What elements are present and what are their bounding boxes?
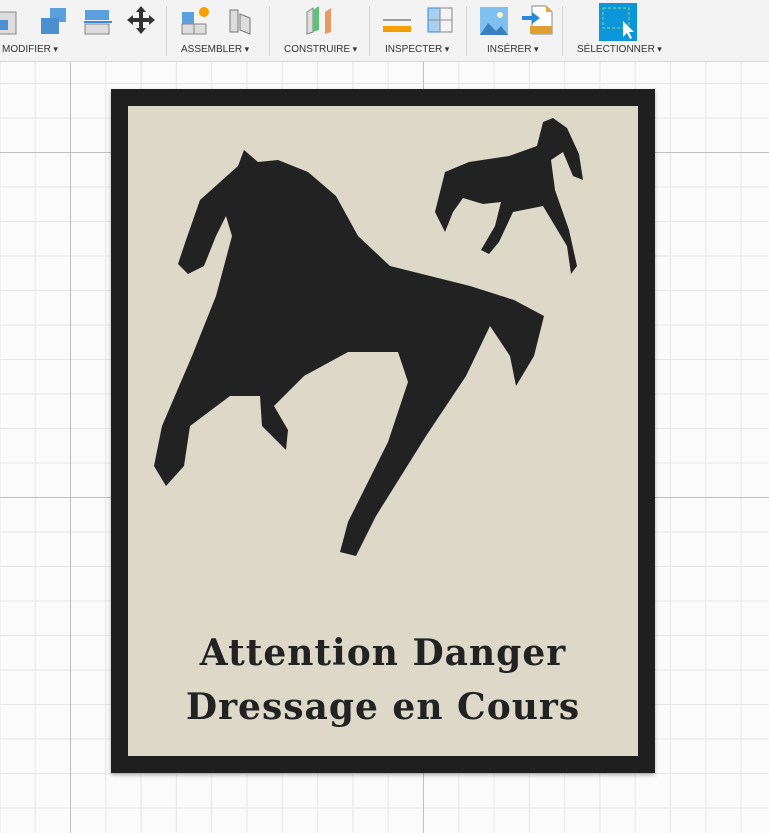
plaque-panel: Attention Danger Dressage en Cours: [128, 106, 638, 756]
divider: [562, 6, 563, 56]
inserer-menu[interactable]: INSÉRER: [487, 44, 538, 55]
divider: [166, 6, 167, 56]
plaque-line-2: Dressage en Cours: [185, 686, 581, 728]
section-analysis-icon[interactable]: [424, 4, 456, 36]
assembler-menu[interactable]: ASSEMBLER: [181, 44, 249, 55]
insert-svg-icon[interactable]: [522, 4, 554, 36]
window-select-icon[interactable]: [599, 3, 637, 41]
new-component-icon[interactable]: [180, 4, 212, 36]
plaque-frame[interactable]: Attention Danger Dressage en Cours: [111, 89, 655, 773]
offset-plane-icon[interactable]: [303, 4, 335, 36]
large-horse-icon: [154, 150, 544, 556]
small-horse-icon: [435, 118, 583, 274]
move-icon[interactable]: [125, 4, 157, 36]
modifier-menu[interactable]: MODIFIER: [2, 44, 58, 55]
plaque-line-1: Attention Danger: [199, 632, 567, 674]
press-pull-icon[interactable]: [0, 4, 24, 36]
construire-menu[interactable]: CONSTRUIRE: [284, 44, 357, 55]
divider: [269, 6, 270, 56]
selectionner-menu[interactable]: SÉLECTIONNER: [577, 44, 662, 55]
divider: [466, 6, 467, 56]
inspecter-menu[interactable]: INSPECTER: [385, 44, 449, 55]
horses-artwork: [154, 118, 583, 556]
joint-icon[interactable]: [224, 4, 256, 36]
divider: [369, 6, 370, 56]
split-body-icon[interactable]: [82, 4, 114, 36]
measure-icon[interactable]: [381, 4, 413, 36]
toolbar: MODIFIER ASSEMBLER CONSTRUIRE INSPECTER …: [0, 0, 769, 62]
insert-image-icon[interactable]: [478, 4, 510, 36]
combine-icon[interactable]: [38, 4, 70, 36]
